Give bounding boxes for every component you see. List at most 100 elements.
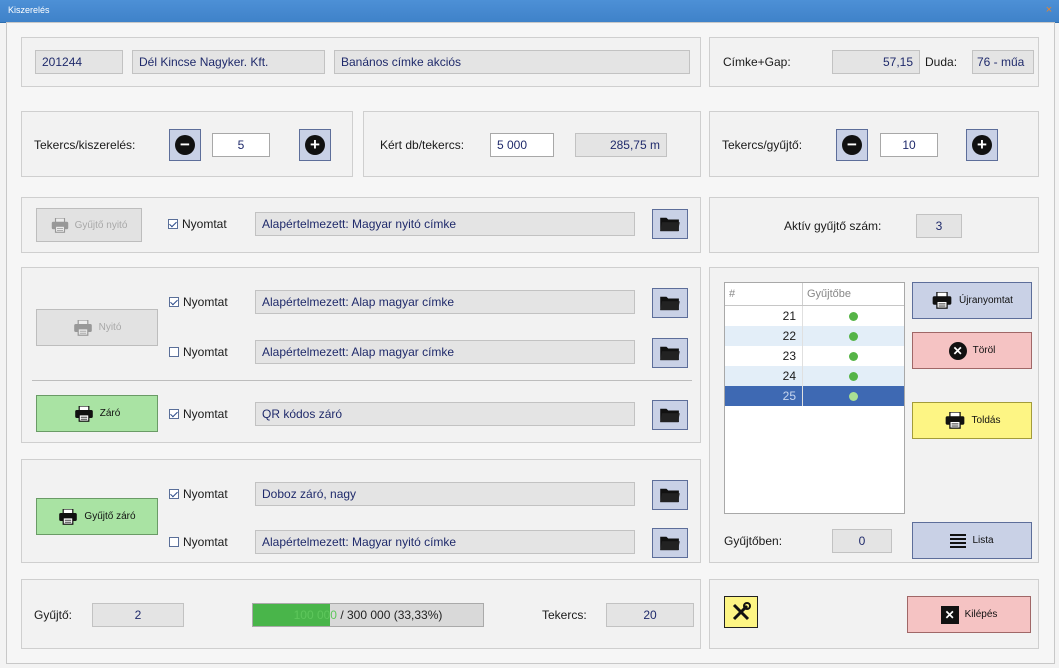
decrement-roll-package-button[interactable]: −: [169, 129, 201, 161]
check-circle-icon: [849, 351, 858, 361]
table-row[interactable]: 23: [725, 346, 904, 366]
requested-label: Kért db/tekercs:: [380, 138, 465, 152]
order-code-field: 201244: [35, 50, 123, 74]
reprint-button[interactable]: Újranyomtat: [912, 282, 1032, 319]
requested-quantity-panel: Kért db/tekercs: 5 000 285,75 m: [363, 111, 701, 177]
product-field: Banános címke akciós: [334, 50, 690, 74]
active-collector-panel: Aktív gyűjtő szám: 3: [709, 197, 1039, 253]
label-gap-field: 57,15: [832, 50, 920, 74]
increment-roll-collector-button[interactable]: +: [966, 129, 998, 161]
status-panel: Gyűjtő: 2 100 000 / 300 000 (33,33%) Tek…: [21, 579, 701, 649]
check-circle-icon: [849, 391, 858, 401]
roll-per-collector-panel: Tekercs/gyűjtő: − 10 +: [709, 111, 1039, 177]
reprint-button-label: Újranyomtat: [959, 295, 1013, 306]
table-row[interactable]: 24: [725, 366, 904, 386]
rolls-grid[interactable]: # Gyűjtőbe 21 22 23 24 25: [724, 282, 905, 514]
opener-button-label: Nyitó: [98, 322, 122, 333]
closer-template-field: QR kódos záró: [255, 402, 635, 426]
progress-bar: 100 000 / 300 000 (33,33%): [252, 603, 484, 627]
collector-closer-browse-button-1[interactable]: [652, 480, 688, 510]
printer-icon: [74, 406, 94, 422]
close-box-icon: ✕: [940, 605, 959, 624]
tools-icon: [732, 602, 751, 621]
decrement-roll-collector-button[interactable]: −: [836, 129, 868, 161]
window-titlebar: Kiszerelés ×: [0, 0, 1059, 23]
roll-per-package-panel: Tekercs/kiszerelés: − 5 +: [21, 111, 353, 177]
row-number: 25: [725, 386, 803, 406]
collector-opener-button[interactable]: Gyűjtő nyitó: [36, 208, 142, 242]
roll-length-field: 285,75 m: [575, 133, 667, 157]
active-collector-label: Aktív gyűjtő szám:: [784, 219, 882, 233]
checkbox-icon: [169, 409, 179, 419]
collector-opener-print-checkbox[interactable]: Nyomtat: [168, 212, 227, 236]
duda-field: 76 - műa: [972, 50, 1034, 74]
append-button[interactable]: Toldás: [912, 402, 1032, 439]
opener-button[interactable]: Nyitó: [36, 309, 158, 346]
opener-browse-button-1[interactable]: [652, 288, 688, 318]
collector-closer-print-checkbox-1[interactable]: Nyomtat: [169, 482, 228, 506]
table-row[interactable]: 21: [725, 306, 904, 326]
collector-opener-template-field: Alapértelmezett: Magyar nyitó címke: [255, 212, 635, 236]
closer-print-checkbox[interactable]: Nyomtat: [169, 402, 228, 426]
table-row[interactable]: 22: [725, 326, 904, 346]
rolls-field: 20: [606, 603, 694, 627]
order-header-panel: 201244 Dél Kincse Nagyker. Kft. Banános …: [21, 37, 701, 87]
opener-browse-button-2[interactable]: [652, 338, 688, 368]
folder-icon: [659, 216, 681, 232]
collector-count-field: 2: [92, 603, 184, 627]
print-label: Nyomtat: [183, 535, 228, 549]
in-collector-label: Gyűjtőben:: [724, 534, 783, 548]
roll-per-collector-input[interactable]: 10: [880, 133, 938, 157]
closer-browse-button[interactable]: [652, 400, 688, 430]
collector-count-label: Gyűjtő:: [34, 608, 73, 622]
minus-icon: −: [842, 135, 862, 155]
requested-input[interactable]: 5 000: [490, 133, 554, 157]
roll-per-collector-label: Tekercs/gyűjtő:: [722, 138, 803, 152]
list-icon: [950, 533, 967, 548]
checkbox-icon: [169, 297, 179, 307]
opener-print-checkbox-2[interactable]: Nyomtat: [169, 340, 228, 364]
opener-closer-panel: Nyitó Nyomtat Alapértelmezett: Alap magy…: [21, 267, 701, 443]
close-icon[interactable]: ×: [1043, 4, 1055, 16]
delete-button[interactable]: ✕ Töröl: [912, 332, 1032, 369]
table-row[interactable]: 25: [725, 386, 904, 406]
grid-header-in-collector: Gyűjtőbe: [807, 288, 852, 300]
collector-closer-browse-button-2[interactable]: [652, 528, 688, 558]
collector-closer-panel: Gyűjtő záró Nyomtat Doboz záró, nagy Nyo…: [21, 459, 701, 563]
collector-closer-template-field-1: Doboz záró, nagy: [255, 482, 635, 506]
list-button-label: Lista: [972, 535, 994, 546]
plus-icon: +: [305, 135, 325, 155]
exit-button-label: Kilépés: [964, 609, 998, 620]
checkbox-icon: [169, 347, 179, 357]
printer-icon: [73, 320, 93, 336]
checkbox-icon: [168, 219, 178, 229]
list-button[interactable]: Lista: [912, 522, 1032, 559]
settings-tools-button[interactable]: [724, 596, 758, 628]
row-number: 21: [725, 306, 803, 326]
collector-closer-button[interactable]: Gyűjtő záró: [36, 498, 158, 535]
roll-per-package-input[interactable]: 5: [212, 133, 270, 157]
closer-button[interactable]: Záró: [36, 395, 158, 432]
print-label: Nyomtat: [182, 217, 227, 231]
collector-opener-browse-button[interactable]: [652, 209, 688, 239]
duda-label: Duda:: [925, 55, 958, 69]
divider: [32, 380, 692, 381]
row-number: 22: [725, 326, 803, 346]
checkbox-icon: [169, 537, 179, 547]
collector-closer-print-checkbox-2[interactable]: Nyomtat: [169, 530, 228, 554]
grid-header: # Gyűjtőbe: [725, 283, 904, 306]
in-collector-cell: [803, 386, 904, 406]
collector-closer-button-label: Gyűjtő záró: [84, 511, 136, 522]
progress-text: 100 000 / 300 000 (33,33%): [253, 604, 483, 626]
append-button-label: Toldás: [971, 415, 1001, 426]
rolls-label: Tekercs:: [542, 608, 587, 622]
rolls-panel: # Gyűjtőbe 21 22 23 24 25 Újranyomtat ✕ Törö…: [709, 267, 1039, 563]
print-label: Nyomtat: [183, 487, 228, 501]
active-collector-field: 3: [916, 214, 962, 238]
minus-icon: −: [175, 135, 195, 155]
in-collector-cell: [803, 346, 904, 366]
exit-button[interactable]: ✕ Kilépés: [907, 596, 1031, 633]
opener-print-checkbox-1[interactable]: Nyomtat: [169, 290, 228, 314]
row-number: 23: [725, 346, 803, 366]
increment-roll-package-button[interactable]: +: [299, 129, 331, 161]
